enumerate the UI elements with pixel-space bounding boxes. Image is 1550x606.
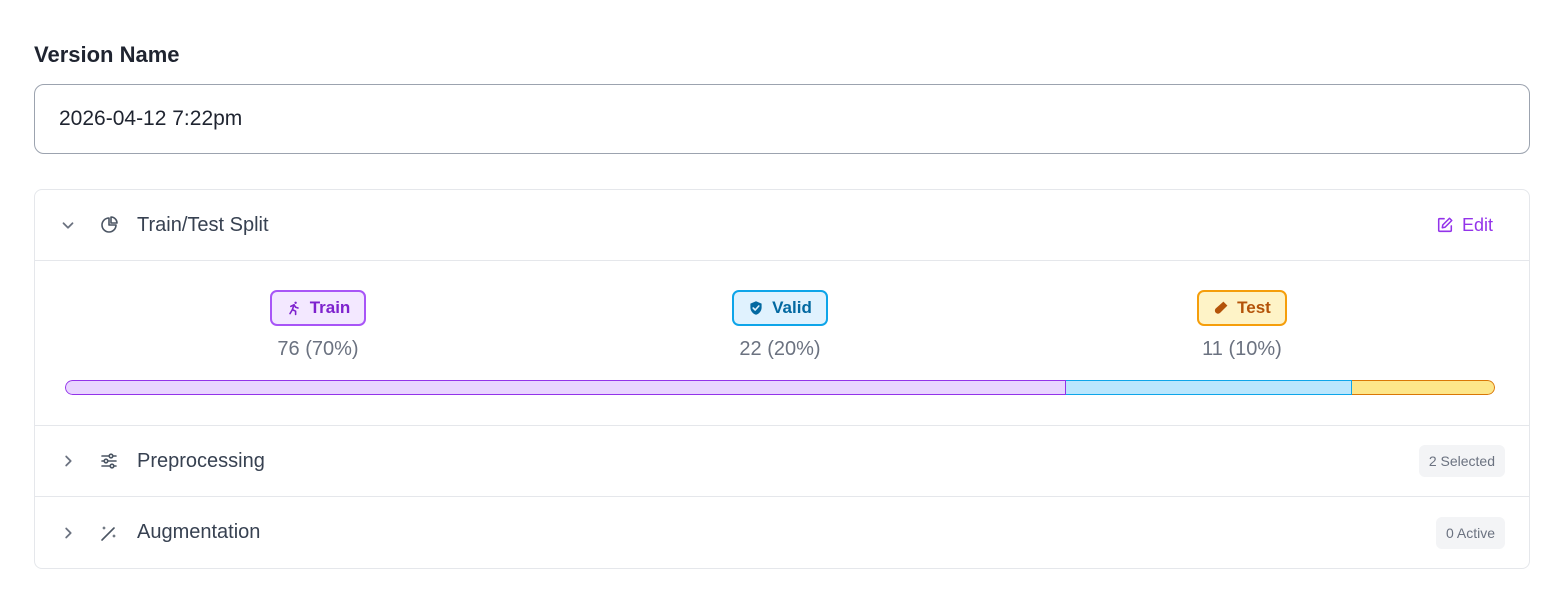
chevron-right-icon[interactable]: [59, 452, 77, 470]
split-train: Train 76 (70%): [218, 290, 418, 361]
train-segment: [65, 380, 1066, 395]
edit-icon: [1437, 217, 1453, 233]
preprocessing-count-badge: 2 Selected: [1418, 445, 1505, 477]
preprocessing-section-title: Preprocessing: [137, 449, 265, 472]
augmentation-count-badge: 0 Active: [1435, 516, 1505, 549]
test-tag-label: Test: [1237, 298, 1271, 317]
test-segment: [1352, 380, 1495, 395]
edit-label: Edit: [1461, 214, 1493, 235]
train-tag-label: Train: [309, 298, 351, 317]
augmentation-section-header[interactable]: Augmentation 0 Active: [35, 497, 1529, 568]
preprocessing-section-header[interactable]: Preprocessing 2 Selected: [35, 426, 1529, 497]
test-tag: Test: [1197, 290, 1287, 326]
valid-tag: Valid: [732, 290, 828, 326]
split-section-header[interactable]: Train/Test Split Edit: [35, 190, 1529, 261]
valid-tag-label: Valid: [772, 298, 812, 317]
augmentation-section-title: Augmentation: [137, 521, 261, 543]
chevron-down-icon[interactable]: [59, 216, 77, 234]
split-section-title: Train/Test Split: [137, 213, 269, 236]
settings-panel: Train/Test Split Edit Train 76 (70%) Val…: [34, 189, 1530, 569]
split-valid: Valid 22 (20%): [680, 290, 880, 361]
chevron-right-icon[interactable]: [59, 524, 77, 542]
shield-check-icon: [750, 301, 762, 315]
valid-segment: [1066, 380, 1352, 395]
split-progress-bar: [65, 380, 1495, 395]
train-tag: Train: [269, 290, 367, 326]
edit-split-button[interactable]: Edit: [1436, 215, 1493, 236]
valid-count: 22 (20%): [739, 338, 821, 360]
split-test: Test 11 (10%): [1142, 290, 1342, 361]
magic-wand-icon: [101, 525, 116, 541]
version-name-label: Version Name: [34, 42, 180, 67]
running-person-icon: [288, 301, 299, 316]
train-count: 76 (70%): [277, 338, 359, 360]
split-section-body: Train 76 (70%) Valid 22 (20%) Test 11 (1…: [35, 261, 1529, 426]
test-count: 11 (10%): [1202, 338, 1282, 360]
version-name-input[interactable]: [34, 84, 1530, 154]
sliders-icon: [101, 453, 117, 469]
test-tube-icon: [1215, 301, 1228, 314]
pie-chart-icon: [101, 216, 118, 233]
